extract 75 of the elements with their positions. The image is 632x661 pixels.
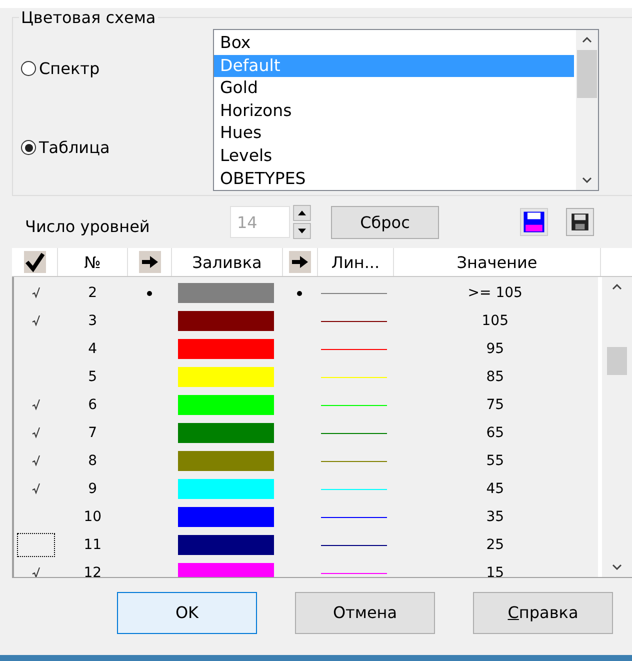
radio-option[interactable]: Таблица [21,138,110,157]
line-sample[interactable] [321,320,388,322]
line-sample[interactable] [321,544,388,546]
scheme-item[interactable]: OBETYPES [214,168,574,190]
group-title: Цветовая схема [20,8,157,27]
row-number: 6 [87,396,98,415]
levels-label: Число уровней [25,216,151,236]
scroll-up-icon[interactable] [582,37,592,43]
row-number: 5 [87,368,98,387]
value-cell-text: 45 [485,480,506,499]
row-number: 4 [87,340,98,359]
scheme-item[interactable]: Box [214,32,574,55]
dialog-button[interactable]: Справка [473,592,613,634]
scheme-item[interactable]: Hues [214,122,574,145]
spin-up-icon[interactable] [291,205,313,221]
value-cell-text: 15 [485,564,506,577]
row-number: 3 [87,312,98,331]
column-header[interactable]: Значение [394,248,601,276]
fill-swatch[interactable] [178,283,274,303]
dialog-button[interactable]: Отмена [295,592,435,634]
check-icon[interactable] [32,287,40,299]
fill-swatch[interactable] [178,535,274,555]
line-sample[interactable] [321,516,388,518]
value-cell-text: 75 [485,396,506,415]
value-cell-text: 25 [485,536,506,555]
save-icon[interactable] [520,208,548,236]
radio-option[interactable]: Спектр [21,59,100,78]
value-cell-text: 95 [485,340,506,359]
scroll-up-icon[interactable] [612,284,622,290]
row-number: 10 [82,508,103,527]
column-header[interactable]: Заливка [172,248,283,276]
row-number: 2 [87,284,98,303]
scheme-item[interactable]: Levels [214,144,574,168]
focus-rectangle[interactable] [16,533,55,557]
fill-swatch[interactable] [178,311,274,331]
check-icon[interactable] [32,455,40,467]
row-number: 9 [87,480,98,499]
check-icon[interactable] [32,427,40,439]
fill-swatch[interactable] [178,339,274,359]
fill-swatch[interactable] [178,479,274,499]
spin-down-icon[interactable] [291,223,313,239]
scheme-item[interactable]: Gold [214,77,574,100]
check-icon[interactable] [24,251,46,273]
scroll-down-icon[interactable] [582,177,592,183]
fill-swatch[interactable] [178,451,274,471]
value-cell-text: 105 [480,312,510,331]
value-cell-text: 55 [485,452,506,471]
column-header[interactable]: Лин... [318,248,394,276]
scrollbar[interactable] [576,30,598,190]
fill-swatch[interactable] [178,423,274,443]
value-cell-text: 35 [485,508,506,527]
value-cell-text: >= 105 [466,284,524,303]
row-number: 8 [87,452,98,471]
scroll-thumb[interactable] [577,50,597,98]
fill-swatch[interactable] [178,367,274,387]
value-cell-text: 65 [485,424,506,443]
save-icon[interactable] [566,208,594,236]
scheme-item[interactable]: Horizons [214,100,574,122]
check-icon[interactable] [32,399,40,411]
row-number: 12 [82,564,103,577]
fill-swatch[interactable] [178,507,274,527]
fill-swatch[interactable] [178,395,274,415]
check-icon[interactable] [32,315,40,327]
column-header[interactable]: № [58,248,128,276]
value-cell-text: 85 [485,368,506,387]
arrow-right-icon[interactable] [289,251,311,273]
scroll-down-icon[interactable] [612,564,622,570]
check-icon[interactable] [32,483,40,495]
check-icon[interactable] [32,567,40,577]
arrow-right-icon[interactable] [138,251,160,273]
scroll-thumb[interactable] [607,347,628,375]
fill-swatch[interactable] [178,563,274,577]
row-number: 11 [82,536,103,555]
row-number: 7 [87,424,98,443]
dialog-button[interactable]: OK [117,592,257,634]
